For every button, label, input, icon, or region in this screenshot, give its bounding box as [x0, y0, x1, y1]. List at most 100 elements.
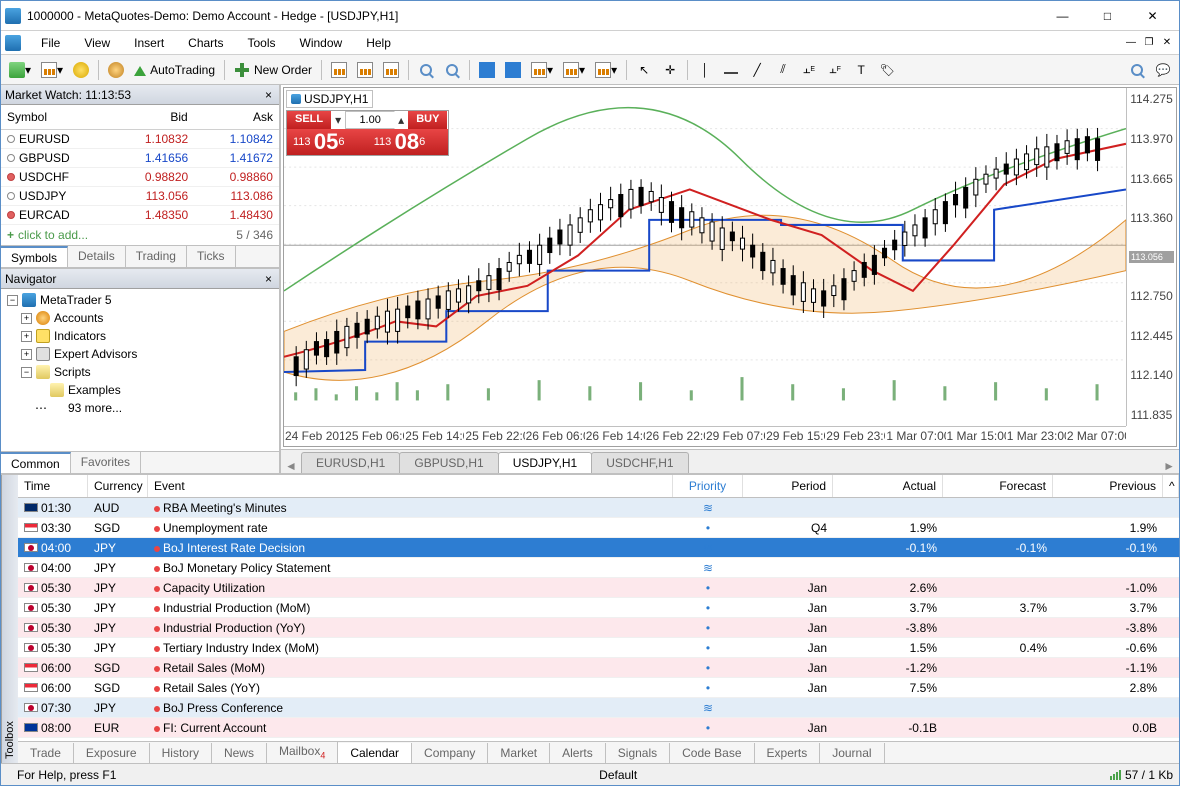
col-forecast[interactable]: Forecast — [943, 475, 1053, 497]
toolbox-tab-exposure[interactable]: Exposure — [74, 743, 150, 763]
vertical-line-button[interactable]: │ — [693, 58, 717, 82]
menu-file[interactable]: File — [29, 33, 72, 53]
toolbox-tab-code-base[interactable]: Code Base — [670, 743, 754, 763]
mw-tab-symbols[interactable]: Symbols — [1, 246, 68, 267]
mdi-restore-icon[interactable]: ❐ — [1141, 35, 1157, 51]
calendar-row[interactable]: 07:30 JPY BoJ Press Conference ≋ — [18, 698, 1179, 718]
chart-tab[interactable]: EURUSD,H1 — [301, 452, 400, 473]
chart-window[interactable]: USDJPY,H1 SELL ▾ ▴ BUY 113 056 — [283, 87, 1177, 447]
toolbox-tab-alerts[interactable]: Alerts — [550, 743, 606, 763]
calendar-row[interactable]: 05:30 JPY Industrial Production (MoM) • … — [18, 598, 1179, 618]
options-button[interactable] — [104, 58, 128, 82]
mw-tab-trading[interactable]: Trading — [126, 246, 187, 267]
toolbox-tab-history[interactable]: History — [150, 743, 212, 763]
close-button[interactable]: ✕ — [1130, 2, 1175, 30]
equidistant-button[interactable]: ⫽ — [771, 58, 795, 82]
chat-icon[interactable]: 💬 — [1151, 58, 1175, 82]
volume-up-icon[interactable]: ▴ — [395, 111, 408, 129]
col-ask[interactable]: Ask — [194, 108, 279, 126]
status-profile[interactable]: Default — [589, 768, 647, 782]
maximize-button[interactable]: □ — [1085, 2, 1130, 30]
calendar-row[interactable]: 06:00 SGD Retail Sales (YoY) • Jan 7.5% … — [18, 678, 1179, 698]
nav-more[interactable]: ⋯93 more... — [3, 399, 277, 417]
calendar-row[interactable]: 05:30 JPY Industrial Production (YoY) • … — [18, 618, 1179, 638]
nav-root[interactable]: −MetaTrader 5 — [3, 291, 277, 309]
mdi-close-icon[interactable]: ✕ — [1159, 35, 1175, 51]
crosshair-button[interactable]: ✛ — [658, 58, 682, 82]
nav-scripts[interactable]: −Scripts — [3, 363, 277, 381]
chart-shift-button[interactable] — [501, 58, 525, 82]
candle-chart-button[interactable] — [353, 58, 377, 82]
toolbox-tab-news[interactable]: News — [212, 743, 267, 763]
zoom-in-button[interactable] — [414, 58, 438, 82]
menu-charts[interactable]: Charts — [176, 33, 235, 53]
search-icon[interactable] — [1125, 58, 1149, 82]
cursor-button[interactable]: ↖ — [632, 58, 656, 82]
indicators-button[interactable]: ▾ — [527, 58, 557, 82]
col-period[interactable]: Period — [743, 475, 833, 497]
bar-chart-button[interactable] — [327, 58, 351, 82]
calendar-row[interactable]: 05:30 JPY Capacity Utilization • Jan 2.6… — [18, 578, 1179, 598]
auto-scroll-button[interactable] — [475, 58, 499, 82]
text-label-button[interactable]: 🏷 — [875, 58, 899, 82]
toolbox-tab-signals[interactable]: Signals — [606, 743, 670, 763]
chart-tab-prev-icon[interactable]: ◄ — [285, 459, 297, 473]
periods-button[interactable]: ▾ — [559, 58, 589, 82]
calendar-row[interactable]: 01:30 AUD RBA Meeting's Minutes ≋ — [18, 498, 1179, 518]
profiles-button[interactable]: ▾ — [37, 58, 67, 82]
zoom-out-button[interactable] — [440, 58, 464, 82]
col-previous[interactable]: Previous — [1053, 475, 1163, 497]
symbol-row[interactable]: USDJPY 113.056 113.086 — [1, 187, 279, 206]
symbol-row[interactable]: EURCAD 1.48350 1.48430 — [1, 206, 279, 225]
market-watch-close-icon[interactable]: × — [262, 88, 275, 102]
calendar-row[interactable]: 04:00 JPY BoJ Interest Rate Decision ≋ -… — [18, 538, 1179, 558]
nav-examples[interactable]: Examples — [3, 381, 277, 399]
horizontal-line-button[interactable] — [719, 58, 743, 82]
symbol-row[interactable]: GBPUSD 1.41656 1.41672 — [1, 149, 279, 168]
col-bid[interactable]: Bid — [108, 108, 193, 126]
col-event[interactable]: Event — [148, 475, 673, 497]
calendar-row[interactable]: 08:00 EUR FI: Current Account • Jan -0.1… — [18, 718, 1179, 738]
navigator-close-icon[interactable]: × — [262, 272, 275, 286]
chart-tab[interactable]: USDJPY,H1 — [498, 452, 592, 473]
chart-tab[interactable]: GBPUSD,H1 — [399, 452, 498, 473]
market-depth-button[interactable] — [69, 58, 93, 82]
buy-button[interactable]: BUY — [408, 111, 448, 129]
col-priority[interactable]: Priority — [673, 475, 743, 497]
minimize-button[interactable]: — — [1040, 2, 1085, 30]
text-button[interactable]: T — [849, 58, 873, 82]
toolbox-tab-company[interactable]: Company — [412, 743, 488, 763]
buy-price[interactable]: 113 086 — [368, 129, 449, 155]
col-actual[interactable]: Actual — [833, 475, 943, 497]
symbol-row[interactable]: EURUSD 1.10832 1.10842 — [1, 130, 279, 149]
nav-expert-advisors[interactable]: +Expert Advisors — [3, 345, 277, 363]
add-symbol-row[interactable]: + click to add... 5 / 346 — [1, 225, 279, 245]
sell-button[interactable]: SELL — [287, 111, 332, 129]
sell-price[interactable]: 113 056 — [287, 129, 368, 155]
new-order-button[interactable]: New Order — [230, 58, 316, 82]
templates-button[interactable]: ▾ — [591, 58, 621, 82]
symbol-row[interactable]: USDCHF 0.98820 0.98860 — [1, 168, 279, 187]
col-time[interactable]: Time — [18, 475, 88, 497]
chart-tab[interactable]: USDCHF,H1 — [591, 452, 688, 473]
toolbox-tab-trade[interactable]: Trade — [18, 743, 74, 763]
col-symbol[interactable]: Symbol — [1, 108, 108, 126]
line-chart-button[interactable] — [379, 58, 403, 82]
menu-window[interactable]: Window — [288, 33, 355, 53]
scroll-up-icon[interactable]: ^ — [1163, 475, 1179, 497]
chart-tab-next-icon[interactable]: ► — [1163, 459, 1175, 473]
toolbox-tab-mailbox[interactable]: Mailbox4 — [267, 741, 338, 763]
connection-status[interactable]: 57 / 1 Kb — [1110, 768, 1173, 782]
new-chart-button[interactable]: ▾ — [5, 58, 35, 82]
toolbox-tab-journal[interactable]: Journal — [820, 743, 884, 763]
menu-insert[interactable]: Insert — [122, 33, 176, 53]
menu-tools[interactable]: Tools — [236, 33, 288, 53]
menu-help[interactable]: Help — [354, 33, 403, 53]
fibo-button[interactable]: ⫠F — [823, 58, 847, 82]
calendar-row[interactable]: 03:30 SGD Unemployment rate • Q4 1.9% 1.… — [18, 518, 1179, 538]
calendar-row[interactable]: 04:00 JPY BoJ Monetary Policy Statement … — [18, 558, 1179, 578]
mdi-minimize-icon[interactable]: — — [1123, 35, 1139, 51]
autotrading-button[interactable]: AutoTrading — [130, 58, 219, 82]
menu-view[interactable]: View — [72, 33, 122, 53]
mw-tab-ticks[interactable]: Ticks — [187, 246, 236, 267]
